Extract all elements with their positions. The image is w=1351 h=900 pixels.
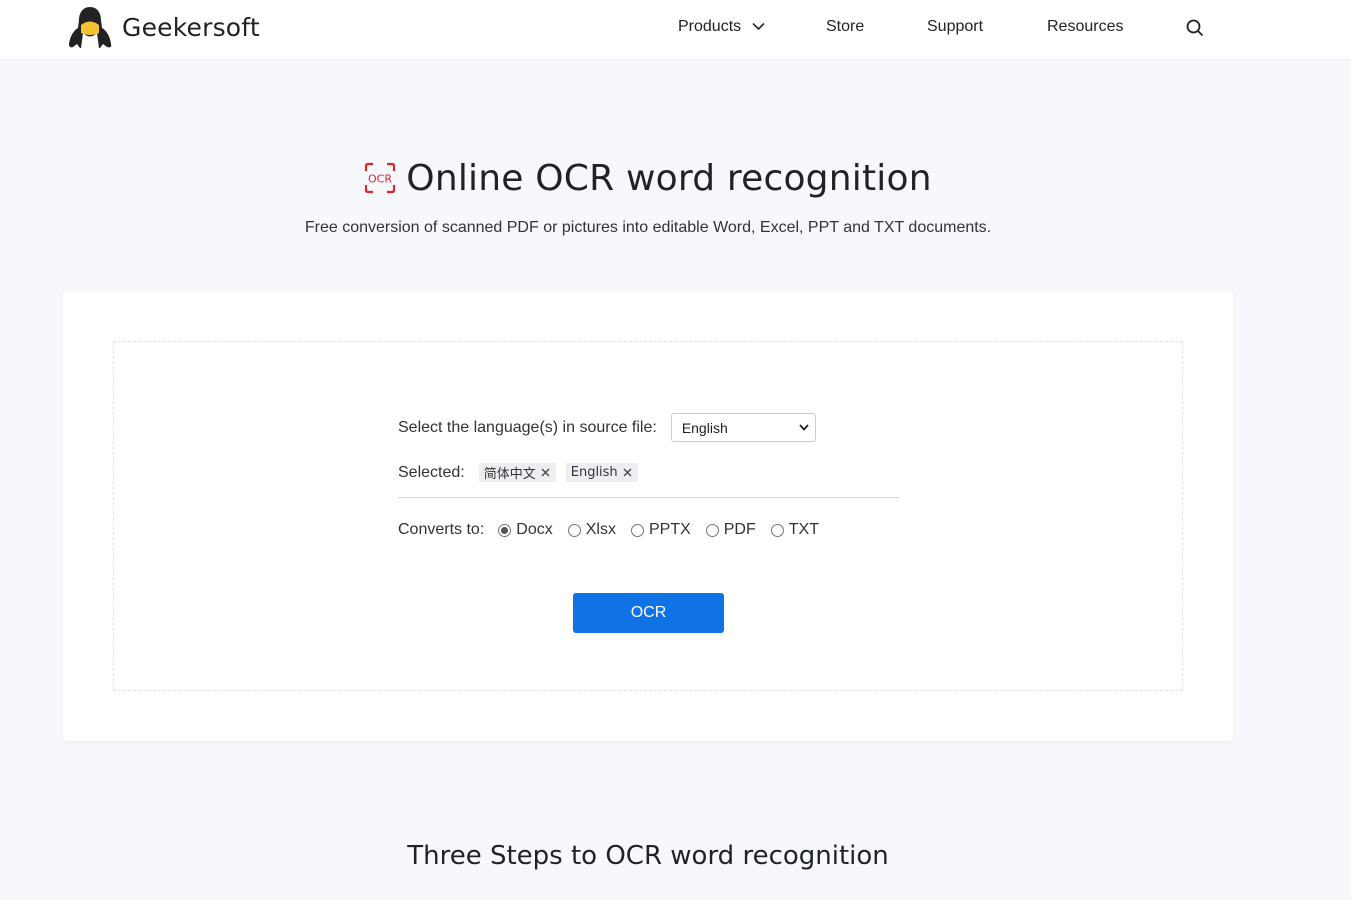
language-tag: English: [565, 463, 638, 482]
nav-resources[interactable]: Resources: [1047, 17, 1123, 37]
selected-label: Selected:: [398, 463, 465, 481]
penguin-logo-icon: [69, 7, 112, 48]
language-label: Select the language(s) in source file:: [398, 418, 657, 436]
page-title: OCR Online OCR word recognition: [0, 158, 1296, 199]
chevron-down-icon: [751, 23, 765, 31]
format-label: PPTX: [648, 521, 691, 538]
convert-label: Converts to:: [398, 521, 485, 538]
nav-products-label: Products: [678, 18, 742, 35]
page-subtitle: Free conversion of scanned PDF or pictur…: [304, 219, 992, 236]
nav-store[interactable]: Store: [826, 17, 864, 37]
ocr-scan-icon: OCR: [365, 162, 396, 194]
language-select-value: English: [681, 419, 728, 436]
ocr-icon-text: OCR: [368, 173, 392, 186]
selected-languages-row: Selected: 简体中文 English: [398, 463, 648, 482]
brand-logo[interactable]: Geekersoft: [68, 5, 260, 49]
chevron-down-icon: [799, 424, 809, 431]
radio-unchecked-icon: [705, 523, 719, 537]
close-icon[interactable]: [541, 468, 550, 477]
format-radio-docx[interactable]: Docx: [498, 521, 553, 539]
nav-products[interactable]: Products: [678, 17, 765, 37]
search-icon[interactable]: [1185, 18, 1205, 38]
format-radio-pdf[interactable]: PDF: [705, 521, 756, 539]
site-header: Geekersoft Products Store Support Resour…: [0, 0, 1351, 60]
convert-format-row: Converts to: Docx Xlsx PPTX PDF TXT: [398, 521, 834, 539]
format-label: Xlsx: [585, 521, 616, 538]
language-row: Select the language(s) in source file: E…: [398, 413, 816, 442]
language-tag: 简体中文: [478, 463, 556, 482]
format-radio-pptx[interactable]: PPTX: [630, 521, 691, 539]
steps-section-title: Three Steps to OCR word recognition: [407, 841, 889, 871]
language-tag-label: English: [570, 465, 618, 480]
radio-unchecked-icon: [770, 523, 784, 537]
format-radio-xlsx[interactable]: Xlsx: [567, 521, 616, 539]
format-label: PDF: [723, 521, 756, 538]
brand-name: Geekersoft: [122, 12, 260, 42]
radio-unchecked-icon: [567, 523, 581, 537]
format-label: TXT: [788, 521, 819, 538]
ocr-button[interactable]: OCR: [573, 593, 724, 633]
page-title-text: Online OCR word recognition: [406, 158, 932, 199]
format-label: Docx: [516, 521, 553, 538]
radio-unchecked-icon: [630, 523, 644, 537]
ocr-tool-card: Select the language(s) in source file: E…: [63, 291, 1233, 741]
close-icon[interactable]: [623, 468, 632, 477]
nav-support[interactable]: Support: [927, 17, 983, 37]
format-radio-txt[interactable]: TXT: [770, 521, 819, 539]
divider: [398, 497, 899, 498]
upload-dropzone[interactable]: Select the language(s) in source file: E…: [113, 341, 1183, 691]
language-select[interactable]: English: [670, 413, 816, 442]
language-tag-label: 简体中文: [483, 467, 536, 482]
radio-checked-icon: [498, 523, 512, 537]
